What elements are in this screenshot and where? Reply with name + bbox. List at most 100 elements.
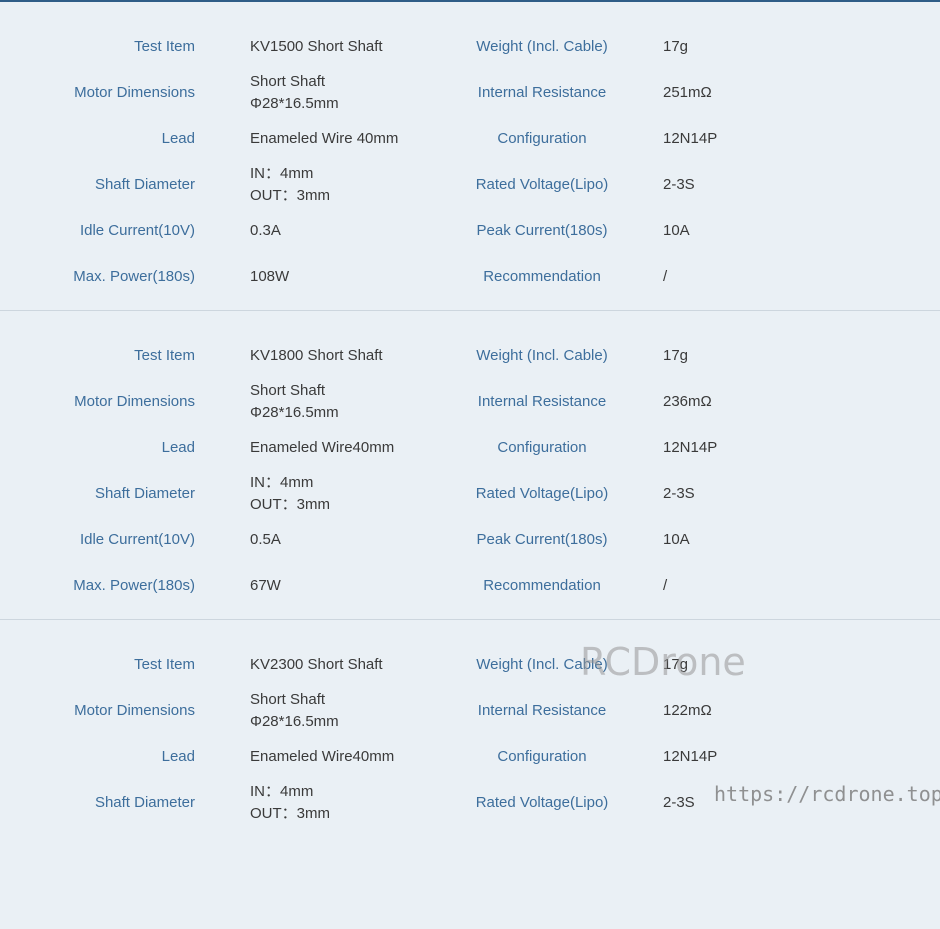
spec-value-text: 12N14P bbox=[663, 439, 718, 456]
spec-row: Lead Enameled Wire40mm Configuration 12N14P bbox=[0, 734, 940, 780]
spec-value-text: 236mΩ bbox=[663, 393, 712, 410]
spec-row: Test Item KV1500 Short Shaft Weight (Incl.… bbox=[0, 24, 940, 70]
spec-label: Internal Resistance bbox=[462, 70, 622, 116]
spec-value-text: / bbox=[663, 268, 668, 285]
spec-label: Idle Current(10V) bbox=[40, 208, 195, 254]
spec-label-text: Configuration bbox=[497, 748, 587, 765]
spec-label-text: Test Item bbox=[134, 656, 195, 673]
spec-value: 12N14P bbox=[663, 734, 863, 780]
spec-value: 2-3S bbox=[663, 471, 863, 517]
spec-label: Configuration bbox=[462, 734, 622, 780]
spec-value: 17g bbox=[663, 24, 863, 70]
spec-label-text: Internal Resistance bbox=[477, 702, 607, 719]
spec-value: Enameled Wire40mm bbox=[250, 734, 470, 780]
spec-value-line: OUT：3mm bbox=[250, 496, 330, 513]
spec-label: Shaft Diameter bbox=[40, 780, 195, 826]
spec-label-text: Idle Current(10V) bbox=[79, 222, 195, 239]
spec-label-text: Max. Power(180s) bbox=[73, 577, 195, 594]
spec-value: Short Shaft Φ28*16.5mm bbox=[250, 70, 470, 116]
spec-label: Max. Power(180s) bbox=[40, 563, 195, 609]
spec-label-text: Configuration bbox=[497, 130, 587, 147]
spec-label: Configuration bbox=[462, 116, 622, 162]
spec-value-line: 67W bbox=[250, 577, 281, 594]
spec-row: Idle Current(10V) 0.3A Peak Current(180s) 1… bbox=[0, 208, 940, 254]
spec-value: Enameled Wire 40mm bbox=[250, 116, 470, 162]
spec-label-text: Weight (Incl. Cable) bbox=[476, 347, 608, 364]
spec-label: Motor Dimensions bbox=[40, 379, 195, 425]
spec-label: Lead bbox=[40, 425, 195, 471]
spec-value-text: 10A bbox=[663, 222, 690, 239]
watermark-text: RCDrone bbox=[580, 640, 746, 684]
spec-row: Lead Enameled Wire40mm Configuration 12N14P bbox=[0, 425, 940, 471]
spec-row: Motor Dimensions Short Shaft Φ28*16.5mm Int… bbox=[0, 379, 940, 425]
spec-label-text: Peak Current(180s) bbox=[476, 531, 608, 548]
spec-value: 236mΩ bbox=[663, 379, 863, 425]
spec-value-line: Enameled Wire 40mm bbox=[250, 130, 399, 147]
spec-value: IN：4mm OUT：3mm bbox=[250, 471, 470, 517]
spec-value: / bbox=[663, 563, 863, 609]
spec-label: Motor Dimensions bbox=[40, 70, 195, 116]
spec-label: Max. Power(180s) bbox=[40, 254, 195, 300]
spec-label: Weight (Incl. Cable) bbox=[462, 333, 622, 379]
spec-label: Lead bbox=[40, 116, 195, 162]
spec-value-text: 12N14P bbox=[663, 748, 718, 765]
spec-value-line: KV2300 Short Shaft bbox=[250, 656, 383, 673]
spec-value: 10A bbox=[663, 208, 863, 254]
spec-value-line: 0.5A bbox=[250, 531, 281, 548]
spec-label-text: Rated Voltage(Lipo) bbox=[475, 485, 609, 502]
spec-value-line: IN：4mm bbox=[250, 474, 314, 491]
spec-value-text: / bbox=[663, 577, 668, 594]
spec-label-text: Peak Current(180s) bbox=[476, 222, 608, 239]
spec-label-text: Recommendation bbox=[483, 577, 601, 594]
spec-label: Shaft Diameter bbox=[40, 471, 195, 517]
spec-value-text: 122mΩ bbox=[663, 702, 712, 719]
spec-label-text: Configuration bbox=[497, 439, 587, 456]
spec-label-text: Motor Dimensions bbox=[74, 702, 195, 719]
spec-value-line: IN：4mm bbox=[250, 783, 314, 800]
spec-label: Rated Voltage(Lipo) bbox=[462, 162, 622, 208]
spec-value: IN：4mm OUT：3mm bbox=[250, 162, 470, 208]
spec-value-line: KV1500 Short Shaft bbox=[250, 38, 383, 55]
spec-label: Internal Resistance bbox=[462, 379, 622, 425]
spec-label: Test Item bbox=[40, 333, 195, 379]
spec-value: IN：4mm OUT：3mm bbox=[250, 780, 470, 826]
spec-value: 2-3S bbox=[663, 162, 863, 208]
spec-value: Short Shaft Φ28*16.5mm bbox=[250, 688, 470, 734]
spec-label-text: Lead bbox=[161, 439, 195, 456]
watermark-url: https://rcdrone.top/ bbox=[714, 782, 940, 806]
spec-value-line: OUT：3mm bbox=[250, 187, 330, 204]
spec-label: Peak Current(180s) bbox=[462, 517, 622, 563]
spec-value-line: Φ28*16.5mm bbox=[250, 404, 339, 421]
spec-label-text: Test Item bbox=[134, 347, 195, 364]
spec-label: Configuration bbox=[462, 425, 622, 471]
spec-label-text: Motor Dimensions bbox=[74, 84, 195, 101]
spec-value: 17g bbox=[663, 333, 863, 379]
spec-label: Test Item bbox=[40, 642, 195, 688]
spec-value-line: Short Shaft bbox=[250, 382, 326, 399]
spec-value: / bbox=[663, 254, 863, 300]
spec-block: Test Item KV1800 Short Shaft Weight (Incl.… bbox=[0, 311, 940, 620]
spec-value: 0.3A bbox=[250, 208, 470, 254]
spec-value: 10A bbox=[663, 517, 863, 563]
spec-label: Motor Dimensions bbox=[40, 688, 195, 734]
spec-value-text: 12N14P bbox=[663, 130, 718, 147]
spec-block: Test Item KV2300 Short Shaft Weight (Incl.… bbox=[0, 620, 940, 929]
spec-value-text: 2-3S bbox=[663, 485, 695, 502]
spec-block: Test Item KV1500 Short Shaft Weight (Incl.… bbox=[0, 2, 940, 311]
spec-label-text: Shaft Diameter bbox=[94, 176, 195, 193]
spec-value: 67W bbox=[250, 563, 470, 609]
spec-label-text: Weight (Incl. Cable) bbox=[476, 38, 608, 55]
spec-value-line: IN：4mm bbox=[250, 165, 314, 182]
spec-row: Test Item KV1800 Short Shaft Weight (Incl.… bbox=[0, 333, 940, 379]
spec-label-text: Motor Dimensions bbox=[74, 393, 195, 410]
spec-value-line: Short Shaft bbox=[250, 73, 326, 90]
spec-value-line: KV1800 Short Shaft bbox=[250, 347, 383, 364]
spec-value-line: Φ28*16.5mm bbox=[250, 95, 339, 112]
spec-value-line: Φ28*16.5mm bbox=[250, 713, 339, 730]
spec-value-line: Short Shaft bbox=[250, 691, 326, 708]
spec-label-text: Max. Power(180s) bbox=[73, 268, 195, 285]
spec-value-line: Enameled Wire40mm bbox=[250, 748, 395, 765]
spec-label-text: Internal Resistance bbox=[477, 393, 607, 410]
spec-label: Weight (Incl. Cable) bbox=[462, 24, 622, 70]
spec-value: KV2300 Short Shaft bbox=[250, 642, 470, 688]
